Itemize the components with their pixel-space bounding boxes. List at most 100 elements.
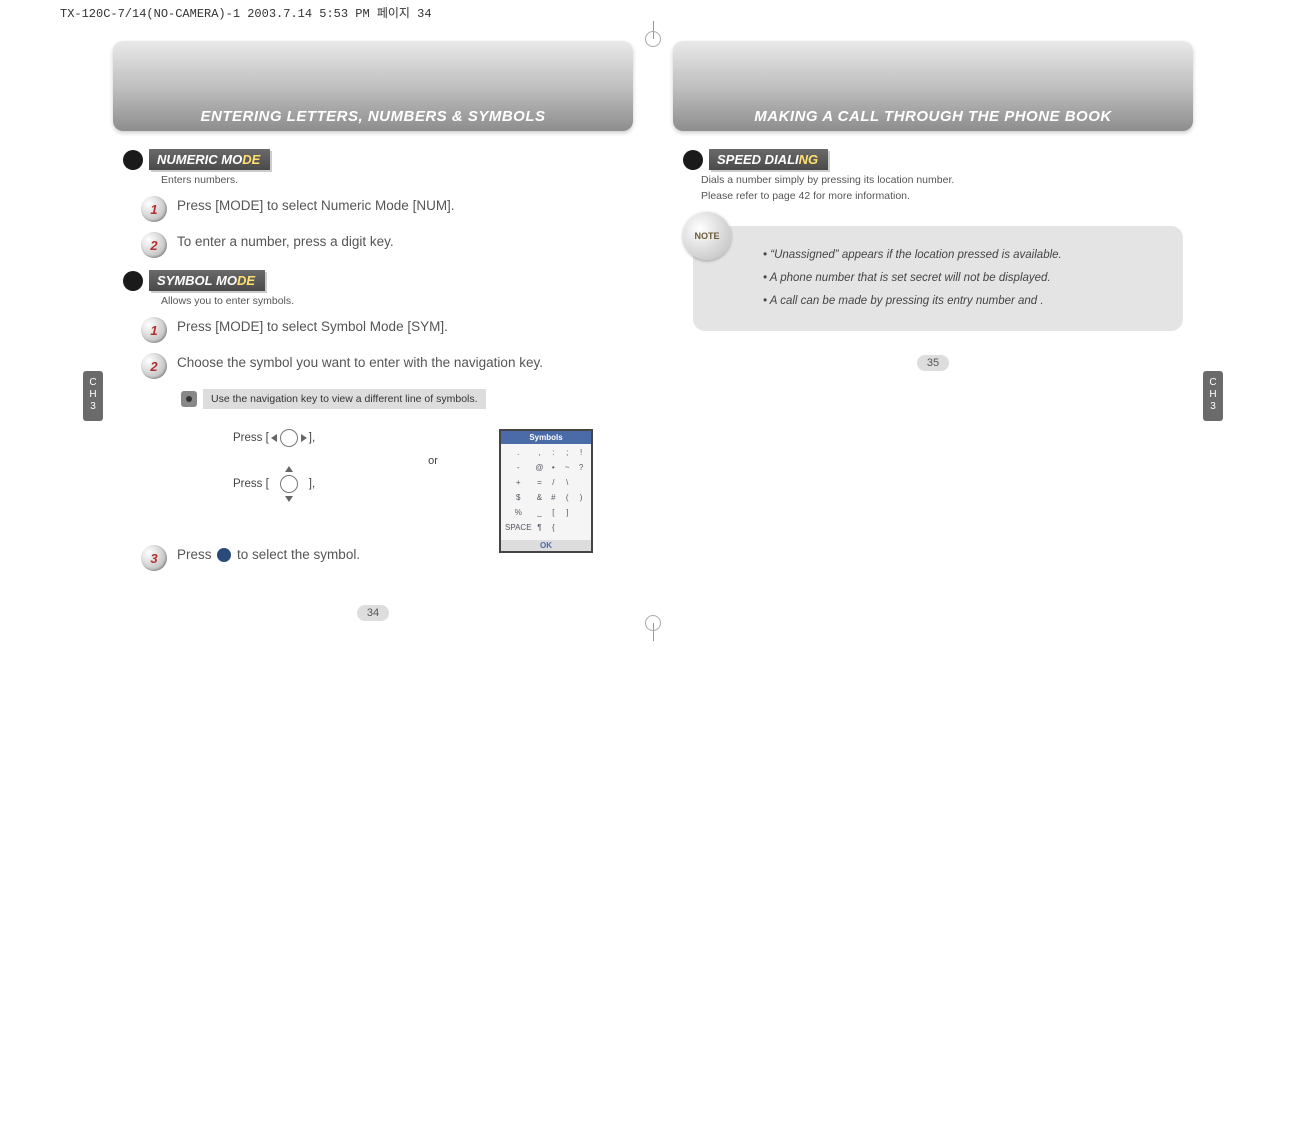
step-number-icon: 2 <box>141 353 167 379</box>
numeric-step-1: 1 Press [MODE] to select Numeric Mode [N… <box>141 196 633 222</box>
phone-symbol-cell: ~ <box>561 463 573 476</box>
phone-symbol-cell: = <box>534 478 546 491</box>
numeric-step-2: 2 To enter a number, press a digit key. <box>141 232 633 258</box>
phone-symbol-cell: • <box>547 463 559 476</box>
symbol-mode-text: SYMBOL MO <box>157 273 237 288</box>
phone-symbol-cell: [ <box>547 508 559 521</box>
spread: C H 3 ENTERING LETTERS, NUMBERS & SYMBOL… <box>0 21 1306 641</box>
left-page-number: 34 <box>113 603 633 621</box>
note-item: A call can be made by pressing its entry… <box>763 290 1163 313</box>
phone-title: Symbols <box>501 431 591 444</box>
step-number-icon: 2 <box>141 232 167 258</box>
crop-mark-circle <box>645 31 661 47</box>
speed-dialing-highlight: NG <box>799 152 819 167</box>
bullet-dot-icon <box>683 150 703 170</box>
step-number-icon: 3 <box>141 545 167 571</box>
note-item: “Unassigned” appears if the location pre… <box>763 244 1163 267</box>
symbol-step-2-text: Choose the symbol you want to enter with… <box>177 353 543 373</box>
symbol-mode-subtext: Allows you to enter symbols. <box>161 295 633 307</box>
right-banner-title: MAKING A CALL THROUGH THE PHONE BOOK <box>673 108 1193 125</box>
dpad-horizontal-icon <box>269 427 309 449</box>
phone-symbol-cell: / <box>547 478 559 491</box>
speed-dialing-text: SPEED DIALI <box>717 152 799 167</box>
symbol-mode-highlight: DE <box>237 273 255 288</box>
phone-symbol-cell <box>561 523 573 536</box>
left-page: C H 3 ENTERING LETTERS, NUMBERS & SYMBOL… <box>113 41 633 581</box>
phone-symbol-cell: - <box>505 463 532 476</box>
chapter-tab-num: 3 <box>1203 401 1223 413</box>
right-page-number-value: 35 <box>917 355 949 371</box>
chapter-tab-c: C <box>83 377 103 389</box>
speed-dialing-label: SPEED DIALING <box>709 149 828 170</box>
phone-symbol-cell: . <box>505 448 532 461</box>
phone-symbol-cell: ( <box>561 493 573 506</box>
speed-dialing-subtext-2: Please refer to page 42 for more informa… <box>701 190 1193 202</box>
phone-symbol-cell: + <box>505 478 532 491</box>
phone-symbol-cell: _ <box>534 508 546 521</box>
chapter-tab-left: C H 3 <box>83 371 103 421</box>
phone-symbol-cell: ] <box>561 508 573 521</box>
phone-symbol-cell: , <box>534 448 546 461</box>
phone-symbol-cell: ? <box>575 463 587 476</box>
phone-symbol-cell: : <box>547 448 559 461</box>
right-page-number: 35 <box>673 353 1193 371</box>
left-banner-title: ENTERING LETTERS, NUMBERS & SYMBOLS <box>113 108 633 125</box>
note-badge-icon: NOTE <box>683 212 731 260</box>
press-close: ], <box>309 432 315 444</box>
symbol-mode-heading: SYMBOL MODE <box>123 270 633 291</box>
symbol-step-3-text: Press to select the symbol. <box>177 545 360 565</box>
phone-symbol-cell: % <box>505 508 532 521</box>
symbol-step-1-text: Press [MODE] to select Symbol Mode [SYM]… <box>177 317 448 337</box>
speed-dialing-subtext-1: Dials a number simply by pressing its lo… <box>701 174 1193 186</box>
numeric-mode-heading: NUMERIC MODE <box>123 149 633 170</box>
speed-dialing-note-box: NOTE “Unassigned” appears if the locatio… <box>693 226 1183 331</box>
left-page-number-value: 34 <box>357 605 389 621</box>
speed-dialing-heading: SPEED DIALING <box>683 149 1193 170</box>
step-number-icon: 1 <box>141 196 167 222</box>
phone-symbol-cell: ¶ <box>534 523 546 536</box>
ok-button-icon <box>217 548 231 562</box>
phone-symbol-cell: $ <box>505 493 532 506</box>
chapter-tab-h: H <box>83 389 103 401</box>
bullet-dot-icon <box>123 271 143 291</box>
source-file-info: TX-120C-7/14(NO-CAMERA)-1 2003.7.14 5:53… <box>0 0 1306 21</box>
phone-symbol-cell: { <box>547 523 559 536</box>
right-banner: MAKING A CALL THROUGH THE PHONE BOOK <box>673 41 1193 131</box>
right-page: C H 3 MAKING A CALL THROUGH THE PHONE BO… <box>673 41 1193 331</box>
symbol-step-1: 1 Press [MODE] to select Symbol Mode [SY… <box>141 317 633 343</box>
dpad-vertical-icon <box>269 473 309 495</box>
bullet-dot-icon <box>123 150 143 170</box>
numeric-step-1-text: Press [MODE] to select Numeric Mode [NUM… <box>177 196 455 216</box>
numeric-step-2-text: To enter a number, press a digit key. <box>177 232 394 252</box>
chapter-tab-c: C <box>1203 377 1223 389</box>
phone-symbol-cell: ; <box>561 448 573 461</box>
phone-symbol-cell: ) <box>575 493 587 506</box>
numeric-mode-highlight: DE <box>242 152 260 167</box>
phone-symbol-cell <box>575 478 587 491</box>
phone-screen-mock: Symbols .,:;!-@•~?+=/\$&#()%_[]SPACE¶{ O… <box>499 429 593 553</box>
step-number-icon: 1 <box>141 317 167 343</box>
symbol-nav-note: Use the navigation key to view a differe… <box>181 389 633 409</box>
chapter-tab-right: C H 3 <box>1203 371 1223 421</box>
phone-symbol-cell: @ <box>534 463 546 476</box>
numeric-mode-text: NUMERIC MO <box>157 152 242 167</box>
symbol-mode-label: SYMBOL MODE <box>149 270 265 291</box>
left-banner: ENTERING LETTERS, NUMBERS & SYMBOLS <box>113 41 633 131</box>
note-list: “Unassigned” appears if the location pre… <box>763 244 1163 313</box>
phone-symbol-cell: \ <box>561 478 573 491</box>
crop-mark-circle <box>645 615 661 631</box>
chapter-tab-h: H <box>1203 389 1223 401</box>
phone-symbol-cell: ! <box>575 448 587 461</box>
navigation-press-diagram: Press [ ], or Press [ ], Symbols . <box>113 427 633 495</box>
press-open: Press [ <box>233 432 269 444</box>
symbol-step-2: 2 Choose the symbol you want to enter wi… <box>141 353 633 379</box>
numeric-mode-label: NUMERIC MODE <box>149 149 270 170</box>
numeric-mode-subtext: Enters numbers. <box>161 174 633 186</box>
press-open: Press [ <box>233 478 269 490</box>
symbol-nav-note-text: Use the navigation key to view a differe… <box>203 389 486 409</box>
phone-symbol-cell: SPACE <box>505 523 532 536</box>
phone-symbol-cell <box>575 508 587 521</box>
phone-symbol-cell: & <box>534 493 546 506</box>
phone-ok-softkey: OK <box>501 540 591 551</box>
note-bullet-icon <box>181 391 197 407</box>
